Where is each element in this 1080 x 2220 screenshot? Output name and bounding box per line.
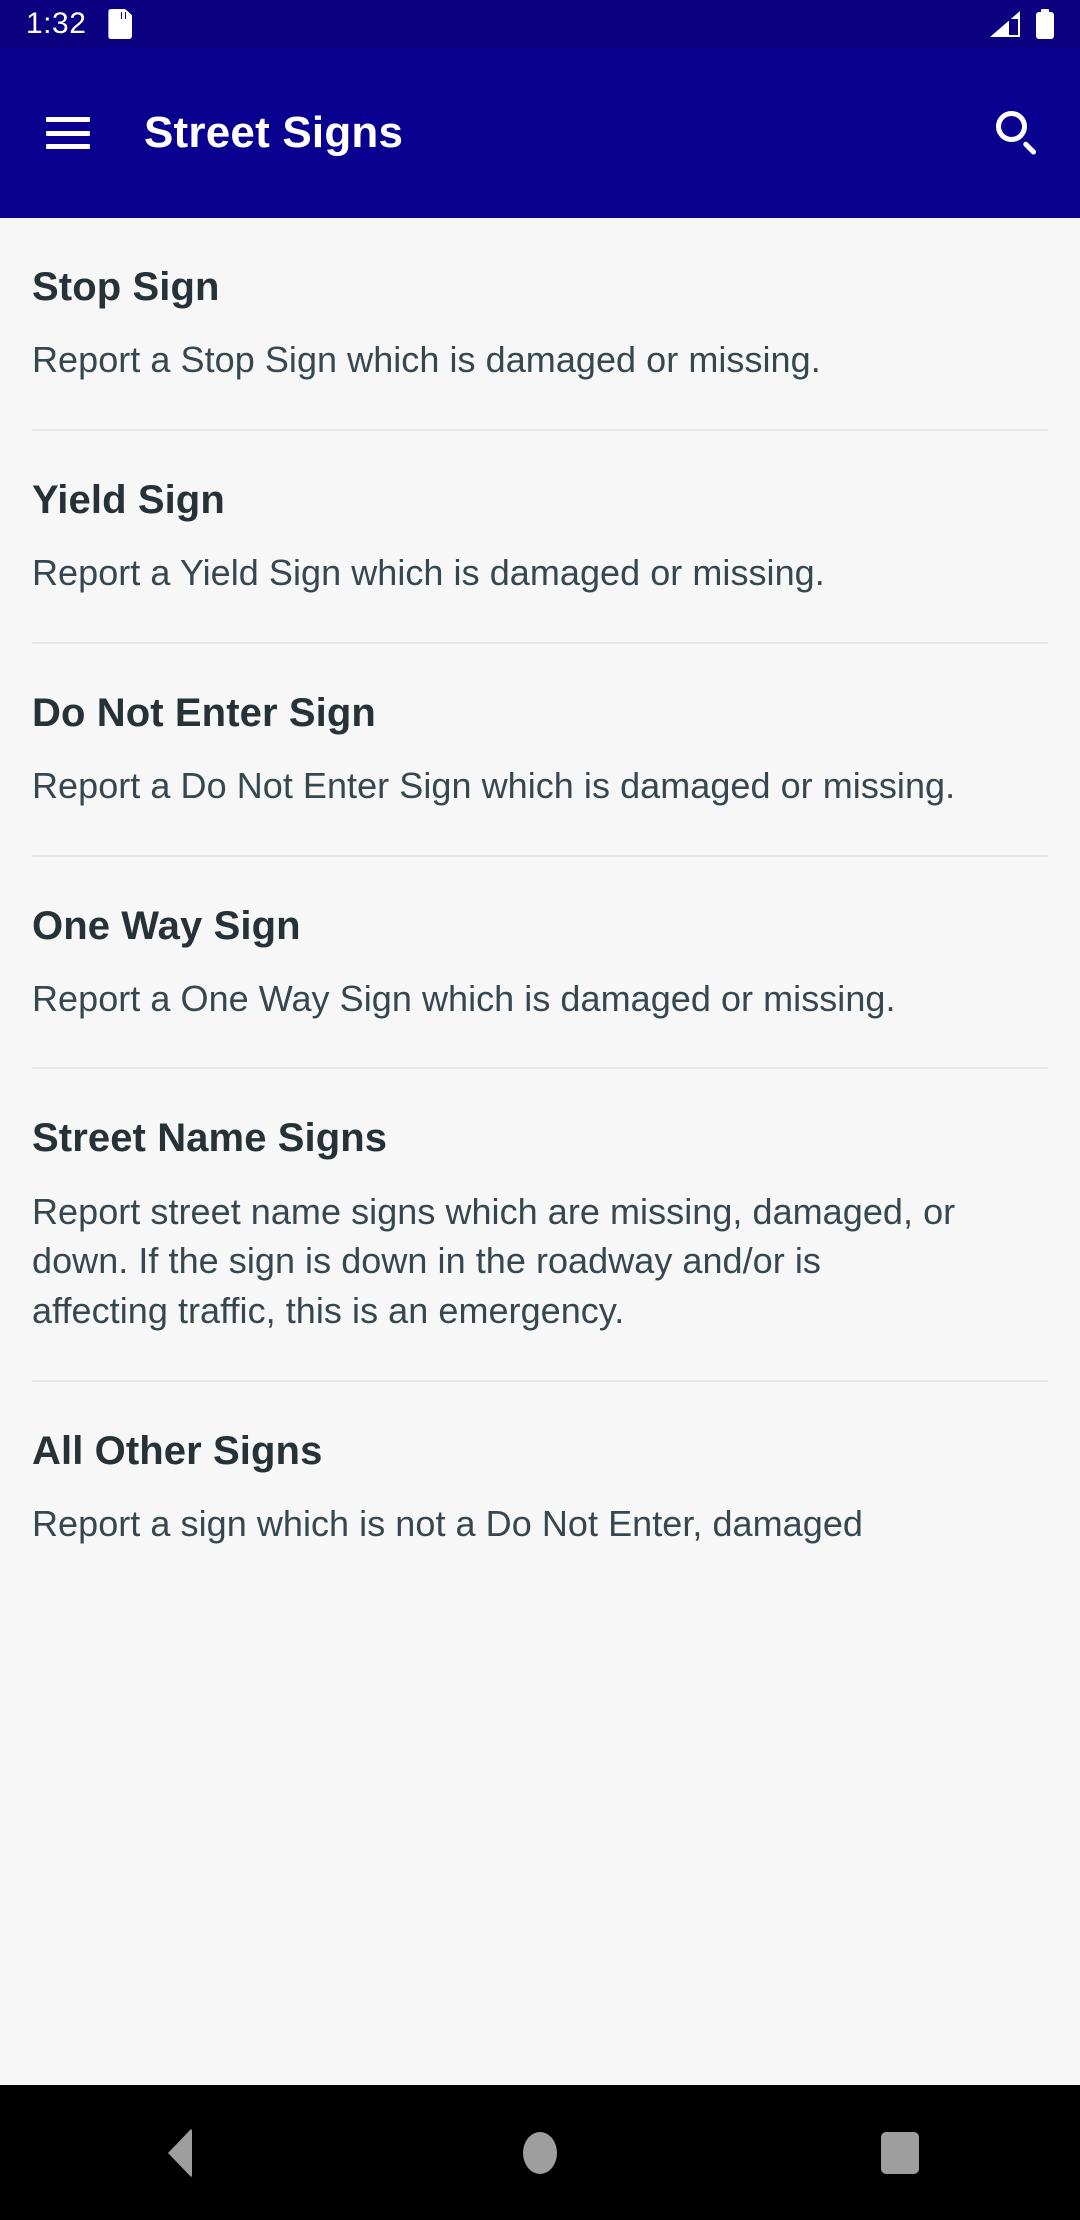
status-bar: 1:32 <box>0 0 1080 48</box>
back-triangle-icon <box>168 2127 192 2178</box>
battery-icon <box>1036 9 1054 39</box>
status-time: 1:32 <box>26 7 87 40</box>
hamburger-menu-icon <box>46 117 90 149</box>
app-bar: Street Signs <box>0 48 1080 218</box>
list-item-title: Do Not Enter Sign <box>32 690 376 735</box>
sd-card-icon <box>108 9 133 39</box>
phone-screen: 1:32 Street Signs Stop Sign Report a Sto… <box>0 0 1080 2220</box>
list-item[interactable]: Stop Sign Report a Stop Sign which is da… <box>0 218 1080 429</box>
status-bar-right <box>942 9 1054 39</box>
list-item-description: Report a sign which is not a Do Not Ente… <box>32 1502 863 1544</box>
back-button[interactable] <box>110 2085 250 2220</box>
list-item-description: Report a One Way Sign which is damaged o… <box>32 977 896 1019</box>
system-navigation-bar <box>0 2085 1080 2220</box>
search-button[interactable] <box>980 95 1056 171</box>
list-item[interactable]: All Other Signs Report a sign which is n… <box>0 1382 1080 1593</box>
list-item-title: Street Name Signs <box>32 1116 388 1161</box>
recents-button[interactable] <box>830 2085 970 2220</box>
list-item[interactable]: Yield Sign Report a Yield Sign which is … <box>0 431 1080 642</box>
list-item-description: Report a Do Not Enter Sign which is dama… <box>32 764 956 806</box>
list-item-description: Report a Stop Sign which is damaged or m… <box>32 339 821 381</box>
list-item-description: Report street name signs which are missi… <box>32 1190 956 1331</box>
list-item[interactable]: Do Not Enter Sign Report a Do Not Enter … <box>0 644 1080 855</box>
street-signs-list[interactable]: Stop Sign Report a Stop Sign which is da… <box>0 218 1080 2085</box>
list-item[interactable]: One Way Sign Report a One Way Sign which… <box>0 857 1080 1068</box>
status-bar-left: 1:32 <box>26 7 133 40</box>
list-item[interactable]: Street Name Signs Report street name sig… <box>0 1069 1080 1379</box>
cellular-signal-icon <box>990 11 1020 37</box>
recents-square-icon <box>881 2131 919 2174</box>
list-item-title: All Other Signs <box>32 1428 323 1473</box>
list-item-title: Yield Sign <box>32 477 225 522</box>
hamburger-menu-button[interactable] <box>30 95 106 171</box>
list-item-title: Stop Sign <box>32 265 220 309</box>
list-item-description: Report a Yield Sign which is damaged or … <box>32 552 825 594</box>
home-button[interactable] <box>470 2085 610 2220</box>
search-icon <box>996 111 1040 156</box>
page-title: Street Signs <box>144 108 404 157</box>
list-item-title: One Way Sign <box>32 903 301 948</box>
wifi-icon <box>942 11 974 37</box>
home-circle-icon <box>523 2131 557 2174</box>
